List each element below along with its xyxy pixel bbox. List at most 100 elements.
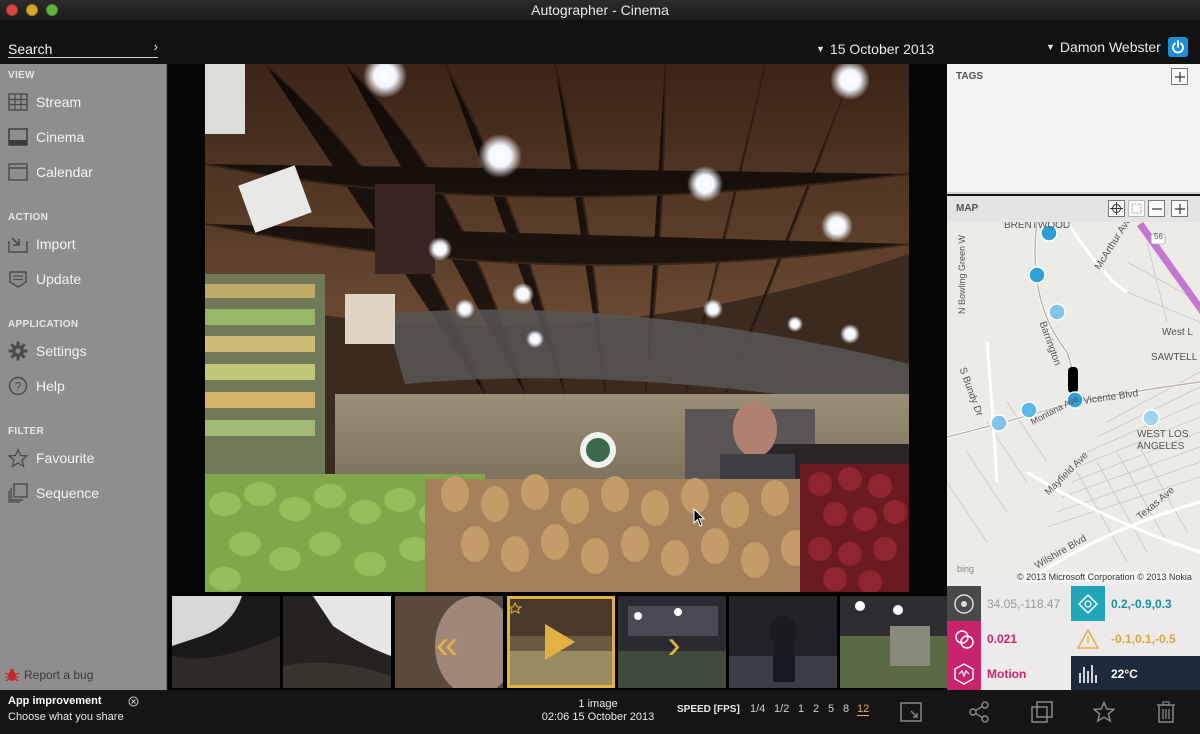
- speed-option-quarter[interactable]: 1/4: [750, 703, 765, 715]
- tags-panel: TAGS: [947, 64, 1200, 194]
- sidebar-item-label: Help: [36, 378, 65, 394]
- star-icon: [1093, 701, 1115, 723]
- report-bug-link[interactable]: Report a bug: [4, 668, 93, 682]
- date-label: 15 October 2013: [829, 41, 935, 57]
- dropdown-arrow-icon: ▼: [1046, 42, 1055, 52]
- double-chevron-left-icon: «: [436, 623, 458, 667]
- search-input[interactable]: [8, 40, 148, 57]
- dotted-square-icon: [1131, 203, 1142, 214]
- sidebar-item-label: Cinema: [36, 129, 85, 145]
- magnetometer-tile: -0.1,0.1,-0.5: [1071, 621, 1200, 656]
- map-view[interactable]: BRENTWOOD 56 McArthur Ave Barrington Wes…: [947, 222, 1200, 582]
- sidebar-item-settings[interactable]: Settings: [0, 336, 167, 366]
- sidebar-item-favourite[interactable]: Favourite: [0, 443, 167, 473]
- main-photo[interactable]: [205, 64, 909, 592]
- map-label-west-los-angeles: WEST LOS ANGELES: [1137, 429, 1189, 452]
- sidebar-item-label: Settings: [36, 343, 87, 359]
- filmstrip-thumb-selected[interactable]: [507, 596, 615, 688]
- notice-title: App improvement: [8, 695, 102, 707]
- speed-option-2[interactable]: 2: [813, 703, 819, 715]
- sidebar-item-help[interactable]: ? Help: [0, 371, 167, 401]
- top-bar: › ▼ 15 October 2013 ▼ Damon Webster: [0, 20, 1200, 64]
- filmstrip-thumb[interactable]: [283, 596, 391, 688]
- magnetometer-icon: [1071, 621, 1105, 656]
- mouse-cursor-icon: [693, 508, 706, 527]
- light-value: 0.021: [987, 631, 1018, 646]
- bug-icon: [4, 669, 20, 682]
- speed-option-8[interactable]: 8: [843, 703, 849, 715]
- next-sequence-button[interactable]: ›: [618, 596, 726, 688]
- speed-label: SPEED [FPS]: [677, 704, 740, 715]
- map-label-brentwood: BRENTWOOD: [1004, 222, 1071, 231]
- sidebar-item-cinema[interactable]: Cinema: [0, 122, 167, 152]
- map-center-button[interactable]: [1108, 200, 1125, 217]
- map-zoom-in-button[interactable]: [1171, 200, 1188, 217]
- plus-icon: [1174, 71, 1185, 82]
- filmstrip-thumb[interactable]: [729, 596, 837, 688]
- sidebar-item-update[interactable]: Update: [0, 264, 167, 294]
- sidebar-item-sequence[interactable]: Sequence: [0, 478, 167, 508]
- sidebar-item-label: Import: [36, 236, 76, 252]
- search-go-icon[interactable]: ›: [154, 39, 158, 54]
- map-header: MAP: [947, 196, 1200, 222]
- search-box: ›: [8, 39, 158, 58]
- notice-text[interactable]: Choose what you share: [8, 711, 124, 723]
- accelerometer-value: 0.2,-0.9,0.3: [1111, 596, 1172, 611]
- gps-value: 34.05,-118.47: [987, 596, 1061, 611]
- notice-close-button[interactable]: [128, 694, 139, 712]
- previous-sequence-button[interactable]: «: [395, 596, 503, 688]
- light-tile: 0.021: [947, 621, 1071, 656]
- sequence-icon: [1031, 701, 1053, 723]
- sequence-button[interactable]: [1029, 699, 1055, 725]
- motion-tile: Motion: [947, 656, 1071, 691]
- section-title-application: APPLICATION: [8, 319, 79, 330]
- map-route-shield: 56: [1154, 232, 1163, 241]
- speed-option-1[interactable]: 1: [798, 703, 804, 715]
- update-icon: [7, 268, 29, 290]
- cinema-icon: [7, 126, 29, 148]
- sidebar-item-import[interactable]: Import: [0, 229, 167, 259]
- image-viewer: [168, 64, 947, 594]
- bing-logo: bing: [957, 564, 975, 574]
- double-chevron-right-icon: ›: [667, 623, 680, 667]
- section-title-view: VIEW: [8, 70, 35, 81]
- temperature-icon: [1071, 656, 1105, 691]
- import-icon: [7, 233, 29, 255]
- window-title: Autographer - Cinema: [531, 2, 669, 18]
- gps-icon: [947, 586, 981, 621]
- fullscreen-button[interactable]: [898, 699, 924, 725]
- bottom-toolbar: App improvement Choose what you share 1 …: [0, 690, 1200, 734]
- share-icon: [969, 701, 989, 723]
- power-button[interactable]: [1168, 37, 1188, 57]
- section-title-action: ACTION: [8, 212, 49, 223]
- share-button[interactable]: [966, 699, 992, 725]
- map-panel: MAP BRENTWOOD 56 McArthur Ave Barrington…: [947, 196, 1200, 586]
- minus-icon: [1151, 207, 1162, 210]
- map-zoom-out-button[interactable]: [1148, 200, 1165, 217]
- fullscreen-icon: [900, 702, 922, 722]
- favourite-button[interactable]: [1091, 699, 1117, 725]
- speed-option-half[interactable]: 1/2: [774, 703, 789, 715]
- map-title: MAP: [956, 203, 979, 214]
- filmstrip-thumb[interactable]: [172, 596, 280, 688]
- date-selector[interactable]: ▼ 15 October 2013: [816, 41, 934, 57]
- sidebar-item-stream[interactable]: Stream: [0, 87, 167, 117]
- speed-option-5[interactable]: 5: [828, 703, 834, 715]
- map-select-button[interactable]: [1128, 200, 1145, 217]
- delete-button[interactable]: [1153, 699, 1179, 725]
- report-bug-label: Report a bug: [24, 668, 94, 682]
- title-arrow-icon: ↓: [664, 4, 669, 15]
- filmstrip-thumb[interactable]: [840, 596, 948, 688]
- motion-icon: [947, 656, 981, 691]
- sidebar-item-label: Calendar: [36, 164, 93, 180]
- add-tag-button[interactable]: [1171, 68, 1188, 85]
- gear-icon: [7, 340, 29, 362]
- sidebar-item-label: Sequence: [36, 485, 100, 501]
- map-credit: © 2013 Microsoft Corporation © 2013 Noki…: [1017, 572, 1192, 582]
- svg-text:?: ?: [15, 380, 22, 394]
- trash-icon: [1157, 701, 1175, 723]
- gps-tile: 34.05,-118.47: [947, 586, 1071, 621]
- sidebar-item-calendar[interactable]: Calendar: [0, 157, 167, 187]
- speed-option-12[interactable]: 12: [857, 703, 870, 716]
- user-menu[interactable]: ▼ Damon Webster: [1046, 39, 1161, 55]
